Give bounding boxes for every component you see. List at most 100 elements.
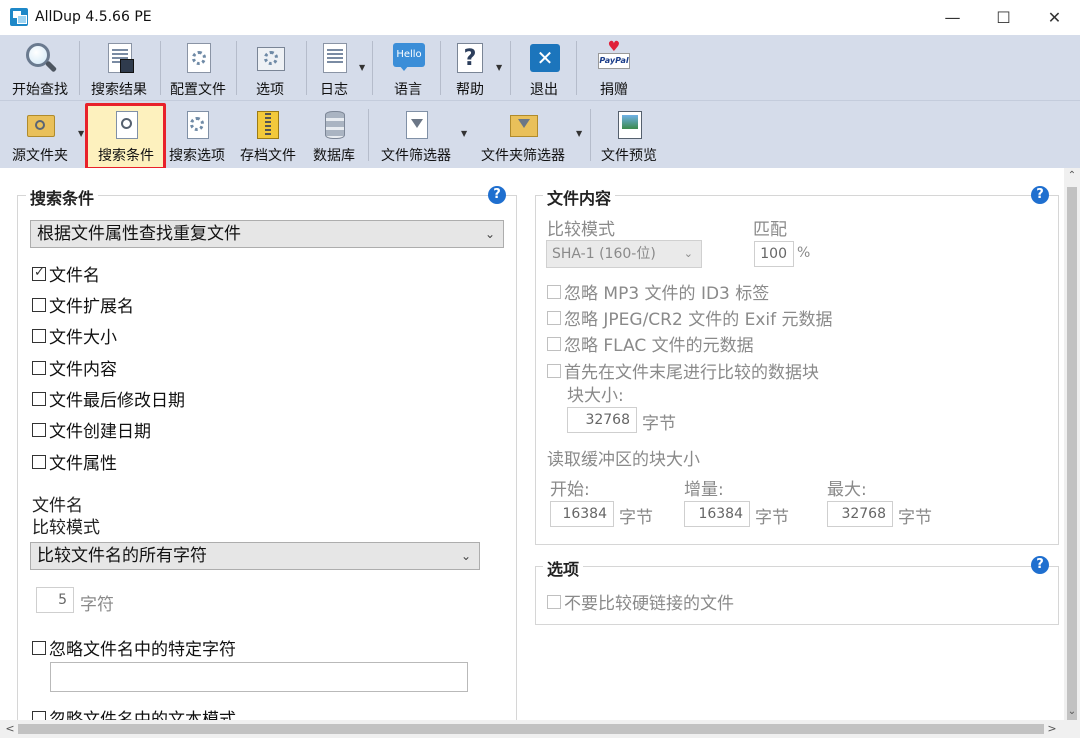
- checkbox-modified-date[interactable]: 文件最后修改日期: [32, 386, 185, 411]
- scroll-down-icon[interactable]: ⌄: [1064, 704, 1080, 720]
- options-label: 选项: [256, 82, 284, 98]
- scroll-left-icon[interactable]: <: [2, 720, 18, 738]
- checkbox-ignore-mp3[interactable]: 忽略 MP3 文件的 ID3 标签: [547, 279, 769, 304]
- options-button[interactable]: 选项: [244, 35, 296, 100]
- checkbox-no-hardlinks[interactable]: 不要比较硬链接的文件: [547, 589, 734, 614]
- checkbox-icon: [32, 640, 46, 655]
- folder-filter-dropdown-arrow[interactable]: ▼: [576, 129, 582, 138]
- log-label: 日志: [320, 82, 348, 98]
- main-panel: 搜索条件 ? 根据文件属性查找重复文件⌄ 文件名 文件扩展名 文件大小 文件内容…: [0, 168, 1064, 730]
- checkbox-ignore-chars[interactable]: 忽略文件名中的特定字符: [32, 635, 236, 660]
- archive-icon: [253, 109, 283, 139]
- search-criteria-label: 搜索条件: [98, 148, 154, 164]
- start-label: 开始:: [550, 480, 590, 500]
- profile-label: 配置文件: [170, 82, 226, 98]
- window-controls: — ☐ ✕: [927, 0, 1080, 34]
- donate-label: 捐赠: [600, 82, 628, 98]
- search-results-button[interactable]: 搜索结果: [86, 35, 152, 100]
- checkbox-filesize[interactable]: 文件大小: [32, 323, 117, 348]
- checkbox-content[interactable]: 文件内容: [32, 355, 117, 380]
- secondary-toolbar-buttons: 搜索条件 搜索选项 存档文件 数据库 文件筛选器 ▼ 文件夹筛选器 ▼ 文件预览: [0, 101, 1080, 168]
- horizontal-scrollbar[interactable]: < >: [0, 720, 1080, 738]
- checkbox-attributes[interactable]: 文件属性: [32, 449, 117, 474]
- checkbox-icon: [32, 422, 46, 437]
- scroll-up-icon[interactable]: ⌃: [1064, 168, 1080, 184]
- scroll-right-icon[interactable]: >: [1044, 720, 1060, 738]
- exit-button[interactable]: ✕ 退出: [524, 35, 564, 100]
- search-options-label: 搜索选项: [169, 148, 225, 164]
- content-compare-mode-label: 比较模式: [547, 220, 615, 240]
- block-size-unit: 字节: [642, 414, 676, 434]
- database-button[interactable]: 数据库: [310, 101, 358, 168]
- ignore-chars-input[interactable]: [50, 662, 468, 692]
- file-filter-dropdown-arrow[interactable]: ▼: [461, 129, 467, 138]
- match-percent-field[interactable]: 100: [754, 241, 794, 267]
- checkbox-ignore-flac[interactable]: 忽略 FLAC 文件的元数据: [547, 331, 754, 356]
- checkbox-filename[interactable]: 文件名: [32, 261, 100, 286]
- options-gear-icon: [182, 109, 212, 139]
- chevron-down-icon: ⌄: [683, 247, 693, 260]
- file-filter-label: 文件筛选器: [381, 148, 451, 164]
- vertical-scroll-thumb[interactable]: [1067, 187, 1077, 722]
- window-title: AllDup 4.5.66 PE: [35, 9, 152, 25]
- minimize-button[interactable]: —: [927, 0, 978, 34]
- log-button[interactable]: 日志: [312, 35, 356, 100]
- help-button[interactable]: ? 帮助: [450, 35, 490, 100]
- start-size-field[interactable]: 16384: [550, 501, 614, 527]
- checkbox-extension[interactable]: 文件扩展名: [32, 292, 134, 317]
- checkbox-icon: [32, 391, 46, 406]
- folder-filter-icon: [508, 109, 538, 139]
- folder-filter-button[interactable]: 文件夹筛选器: [476, 101, 570, 168]
- help-dropdown-arrow[interactable]: ▼: [496, 63, 502, 72]
- page-search-icon: [111, 109, 141, 139]
- checkbox-created-date[interactable]: 文件创建日期: [32, 417, 151, 442]
- close-button[interactable]: ✕: [1029, 0, 1080, 34]
- chars-count-field[interactable]: 5: [36, 587, 74, 613]
- increment-unit: 字节: [755, 508, 789, 528]
- main-toolbar: 开始查找 搜索结果 配置文件 选项 日志 ▼ Hello 语言 ? 帮助 ▼ ✕…: [0, 35, 1080, 101]
- log-dropdown-arrow[interactable]: ▼: [359, 63, 365, 72]
- options-gear-icon: [253, 41, 287, 75]
- search-options-button[interactable]: 搜索选项: [166, 101, 228, 168]
- checkbox-icon: [547, 594, 561, 609]
- language-button[interactable]: Hello 语言: [386, 35, 430, 100]
- search-results-label: 搜索结果: [91, 82, 147, 98]
- search-criteria-button[interactable]: 搜索条件: [92, 101, 160, 168]
- block-size-field[interactable]: 32768: [567, 407, 637, 433]
- checkbox-icon: [547, 284, 561, 299]
- content-help-icon[interactable]: ?: [1031, 186, 1049, 204]
- file-preview-button[interactable]: 文件预览: [597, 101, 661, 168]
- start-search-button[interactable]: 开始查找: [8, 35, 72, 100]
- file-filter-button[interactable]: 文件筛选器: [376, 101, 456, 168]
- criteria-mode-select[interactable]: 根据文件属性查找重复文件 ⌄: [30, 220, 504, 248]
- compare-mode-select[interactable]: 比较文件名的所有字符 ⌄: [30, 542, 480, 570]
- criteria-help-icon[interactable]: ?: [488, 186, 506, 204]
- checkbox-icon: [547, 336, 561, 351]
- read-buffer-label: 读取缓冲区的块大小: [547, 450, 700, 470]
- checkbox-icon: [32, 454, 46, 469]
- help-icon: ?: [453, 41, 487, 75]
- block-size-label: 块大小:: [567, 386, 624, 406]
- max-size-field[interactable]: 32768: [827, 501, 893, 527]
- start-unit: 字节: [619, 508, 653, 528]
- options-help-icon[interactable]: ?: [1031, 556, 1049, 574]
- archive-files-button[interactable]: 存档文件: [236, 101, 300, 168]
- profile-button[interactable]: 配置文件: [166, 35, 230, 100]
- chevron-down-icon: ⌄: [460, 549, 471, 563]
- checkbox-icon: [32, 360, 46, 375]
- chevron-down-icon: ⌄: [484, 227, 495, 241]
- max-unit: 字节: [898, 508, 932, 528]
- hash-mode-select[interactable]: SHA-1 (160-位) ⌄: [546, 240, 702, 268]
- max-label: 最大:: [827, 480, 867, 500]
- checkbox-ignore-jpeg[interactable]: 忽略 JPEG/CR2 文件的 Exif 元数据: [547, 305, 833, 330]
- title-bar: AllDup 4.5.66 PE — ☐ ✕: [0, 0, 1080, 34]
- vertical-scrollbar[interactable]: ⌃ ⌄: [1064, 168, 1080, 722]
- file-preview-label: 文件预览: [601, 148, 657, 164]
- match-label: 匹配: [753, 220, 787, 240]
- increment-label: 增量:: [684, 480, 724, 500]
- maximize-button[interactable]: ☐: [978, 0, 1029, 34]
- donate-button[interactable]: ♥ PayPal 捐赠: [594, 35, 634, 100]
- increment-size-field[interactable]: 16384: [684, 501, 750, 527]
- horizontal-scroll-thumb[interactable]: [18, 724, 1044, 734]
- checkbox-compare-end-first[interactable]: 首先在文件末尾进行比较的数据块: [547, 358, 819, 383]
